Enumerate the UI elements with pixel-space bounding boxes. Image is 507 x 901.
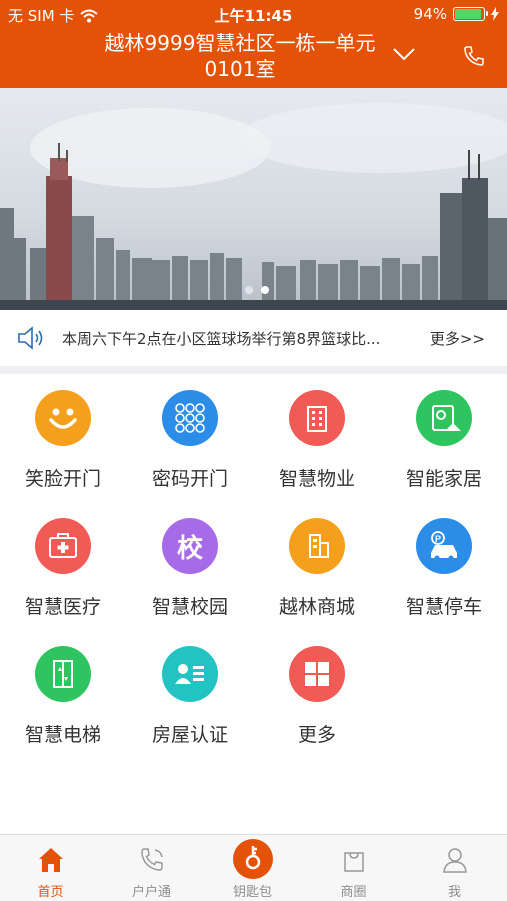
carousel-dot-active[interactable] [261,286,269,294]
keypad-icon [162,390,218,446]
grid-more-icon [289,646,345,702]
medical-kit-icon [35,518,91,574]
smart-home-icon [416,390,472,446]
city-skyline-image [0,88,507,310]
service-mall[interactable]: 越林商城 [254,506,380,634]
speaker-icon [18,326,43,350]
battery-percent: 94% [413,5,447,23]
home-icon [39,848,63,872]
city-banner[interactable] [0,88,507,310]
service-property[interactable]: 智慧物业 [254,378,380,506]
tab-label: 首页 [37,885,64,900]
service-label: 更多 [297,724,336,746]
service-label: 智慧物业 [278,468,355,490]
service-label: 智慧医疗 [24,596,101,618]
status-bar: 无 SIM 卡 上午11:45 94% [0,0,507,30]
app-header: 无 SIM 卡 上午11:45 94% 越林9999智慧社区一栋一单元0101室 [0,0,507,88]
service-medical[interactable]: 智慧医疗 [0,506,126,634]
notice-bar[interactable]: 本周六下午2点在小区篮球场举行第8界篮球比... 更多>> [0,310,507,366]
elevator-icon [35,646,91,702]
school-glyph: 校 [176,533,203,564]
building-icon [289,390,345,446]
service-label: 智能家居 [405,468,482,490]
service-more[interactable]: 更多 [254,634,380,762]
service-label: 笑脸开门 [24,468,101,490]
key-icon [245,846,261,870]
community-title[interactable]: 越林9999智慧社区一栋一单元0101室 [80,30,400,82]
tab-huhutong[interactable]: 户户通 [101,835,202,901]
tab-me[interactable]: 我 [404,835,505,901]
section-divider [0,366,507,374]
tab-label: 户户通 [131,885,171,900]
key-button [233,839,273,879]
service-label: 智慧校园 [151,596,228,618]
mall-icon [289,518,345,574]
parking-car-icon: P [416,518,472,574]
service-label: 房屋认证 [151,724,228,746]
service-smile-open[interactable]: 笑脸开门 [0,378,126,506]
service-smart-home[interactable]: 智能家居 [381,378,507,506]
id-card-icon [162,646,218,702]
tab-label: 商圈 [340,885,367,900]
tab-label: 我 [447,885,461,900]
phone-icon [141,848,163,871]
carousel-dots [245,286,269,294]
service-label: 智慧停车 [405,596,482,618]
tab-home[interactable]: 首页 [0,835,101,901]
battery-level [455,9,482,19]
carousel-dot[interactable] [245,286,253,294]
service-parking[interactable]: P 智慧停车 [381,506,507,634]
tab-shangquan[interactable]: 商圈 [303,835,404,901]
service-label: 越林商城 [278,596,355,618]
service-elevator[interactable]: 智慧电梯 [0,634,126,762]
service-password-open[interactable]: 密码开门 [127,378,253,506]
user-icon [443,848,467,873]
tab-keychain[interactable]: 钥匙包 [202,835,303,901]
battery-icon [453,7,488,21]
service-label: 智慧电梯 [24,724,101,746]
service-label: 密码开门 [151,468,228,490]
bag-icon [344,852,364,872]
tab-bar: 首页 户户通 钥匙包 商圈 我 [0,834,507,901]
svg-text:P: P [435,534,441,544]
tab-label: 钥匙包 [232,885,272,900]
service-house-verify[interactable]: 房屋认证 [127,634,253,762]
phone-icon[interactable] [462,44,486,68]
service-school[interactable]: 校 智慧校园 [127,506,253,634]
smiley-icon [35,390,91,446]
charging-icon [491,7,499,21]
status-right: 94% [414,5,499,23]
notice-text[interactable]: 本周六下午2点在小区篮球场举行第8界篮球比... [62,328,418,349]
notice-more-link[interactable]: 更多>> [430,328,485,349]
school-icon: 校 [162,518,218,574]
chevron-down-icon[interactable] [392,44,416,64]
